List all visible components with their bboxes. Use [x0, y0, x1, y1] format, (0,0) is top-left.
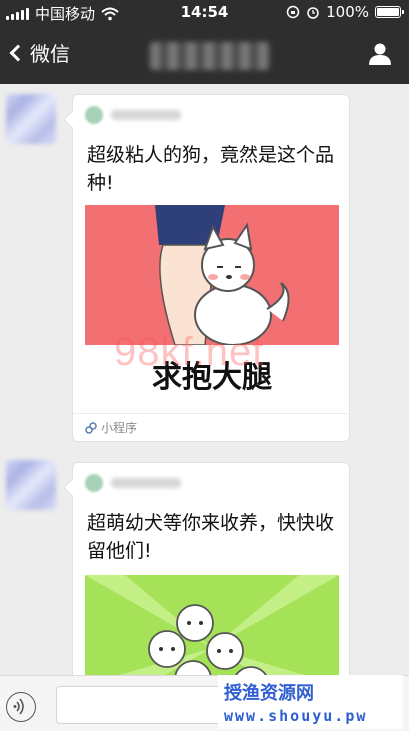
voice-icon — [13, 698, 24, 715]
card-footer: 小程序 — [73, 413, 349, 441]
back-button[interactable]: 微信 — [8, 38, 70, 67]
mini-program-icon — [85, 421, 97, 434]
status-bar: 中国移动 14:54 100% — [0, 0, 409, 26]
source-name-blurred — [111, 478, 181, 488]
chevron-left-icon — [9, 44, 27, 61]
card-source — [85, 106, 185, 124]
alarm-icon — [307, 7, 319, 19]
mini-program-label: 小程序 — [101, 421, 138, 435]
user-profile-icon[interactable] — [367, 40, 393, 66]
source-logo — [85, 474, 103, 492]
watermark-corner: 授渔资源网 www.shouyu.pw — [218, 675, 403, 729]
mini-program-card[interactable]: 超级粘人的狗，竟然是这个品种! 求抱大腿 小程序 — [72, 94, 350, 442]
avatar[interactable] — [6, 460, 56, 510]
card-title: 超萌幼犬等你来收养，快快收留他们! — [87, 512, 335, 562]
voice-input-button[interactable] — [6, 692, 36, 722]
watermark-line1: 授渔资源网 — [224, 683, 314, 704]
avatar[interactable] — [6, 94, 56, 144]
watermark-center: 98kf.net — [114, 330, 265, 374]
watermark-line2: www.shouyu.pw — [224, 707, 368, 725]
message-input[interactable] — [56, 686, 236, 724]
battery-percent: 100% — [326, 3, 369, 21]
rotation-lock-icon — [286, 5, 300, 19]
chat-title-blurred — [150, 42, 270, 70]
status-right: 100% — [286, 3, 404, 21]
source-name-blurred — [111, 110, 181, 120]
top-bar: 中国移动 14:54 100% 微信 — [0, 0, 409, 84]
nav-bar: 微信 — [0, 26, 409, 84]
card-title: 超级粘人的狗，竟然是这个品种! — [87, 144, 335, 194]
back-label: 微信 — [30, 42, 70, 66]
battery-icon — [375, 6, 404, 18]
card-source — [85, 474, 185, 492]
source-logo — [85, 106, 103, 124]
